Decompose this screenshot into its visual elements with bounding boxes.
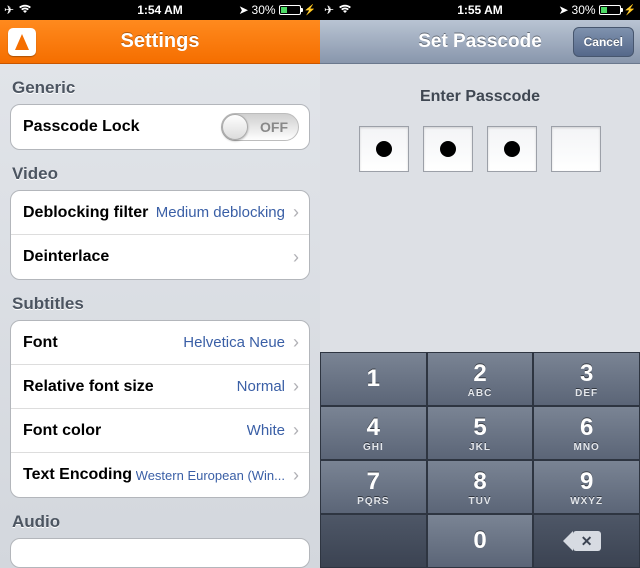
key-9[interactable]: 9WXYZ [533, 460, 640, 514]
key-1[interactable]: 1 [320, 352, 427, 406]
switch-off-label: OFF [260, 119, 288, 135]
nav-title: Settings [121, 30, 200, 53]
row-value: Normal [237, 378, 289, 395]
passcode-digit-2 [423, 126, 473, 172]
row-value: White [247, 422, 289, 439]
battery-pct: 30% [572, 3, 596, 17]
section-header-video: Video [0, 150, 320, 190]
chevron-right-icon: › [289, 332, 299, 353]
row-label: Deinterlace [23, 248, 109, 266]
section-header-generic: Generic [0, 64, 320, 104]
row-label: Deblocking filter [23, 204, 148, 222]
row-label: Relative font size [23, 378, 154, 396]
key-4[interactable]: 4GHI [320, 406, 427, 460]
chevron-right-icon: › [289, 202, 299, 223]
passcode-digit-3 [487, 126, 537, 172]
row-text-encoding[interactable]: Text Encoding Western European (Win... › [11, 453, 309, 497]
passcode-switch[interactable]: OFF [221, 113, 299, 141]
row-audio-partial[interactable] [11, 539, 309, 568]
row-value: Western European (Win... [136, 468, 289, 483]
group-subtitles: Font Helvetica Neue › Relative font size… [10, 320, 310, 498]
charging-icon: ⚡ [624, 5, 636, 16]
nav-bar: Set Passcode Cancel [320, 20, 640, 64]
passcode-body: Enter Passcode [320, 64, 640, 352]
numeric-keypad: 1 2ABC 3DEF 4GHI 5JKL 6MNO 7PQRS 8TUV 9W… [320, 352, 640, 568]
wifi-icon [18, 3, 32, 17]
row-label: Text Encoding [23, 466, 132, 484]
row-font-color[interactable]: Font color White › [11, 409, 309, 453]
row-relative-font-size[interactable]: Relative font size Normal › [11, 365, 309, 409]
nav-bar: Settings [0, 20, 320, 64]
key-8[interactable]: 8TUV [427, 460, 534, 514]
key-backspace[interactable]: ✕ [533, 514, 640, 568]
row-value: Helvetica Neue [183, 334, 289, 351]
status-bar: ✈ 1:54 AM ➤ 30% ⚡ [0, 0, 320, 20]
key-7[interactable]: 7PQRS [320, 460, 427, 514]
group-video: Deblocking filter Medium deblocking › De… [10, 190, 310, 280]
key-0[interactable]: 0 [427, 514, 534, 568]
status-bar: ✈ 1:55 AM ➤ 30% ⚡ [320, 0, 640, 20]
airplane-mode-icon: ✈ [4, 3, 14, 17]
airplane-mode-icon: ✈ [324, 3, 334, 17]
backspace-icon: ✕ [573, 531, 601, 551]
row-label: Font [23, 334, 58, 352]
switch-knob [222, 114, 248, 140]
nav-title: Set Passcode [418, 31, 542, 53]
chevron-right-icon: › [289, 376, 299, 397]
settings-body[interactable]: Generic Passcode Lock OFF Video Deblocki… [0, 64, 320, 568]
key-blank [320, 514, 427, 568]
chevron-right-icon: › [289, 420, 299, 441]
passcode-dots [320, 126, 640, 172]
chevron-right-icon: › [289, 247, 299, 268]
key-2[interactable]: 2ABC [427, 352, 534, 406]
status-time: 1:54 AM [137, 3, 183, 17]
location-icon: ➤ [558, 3, 568, 17]
status-time: 1:55 AM [457, 3, 503, 17]
key-5[interactable]: 5JKL [427, 406, 534, 460]
row-passcode-lock[interactable]: Passcode Lock OFF [11, 105, 309, 149]
passcode-prompt: Enter Passcode [320, 64, 640, 106]
battery-icon [279, 5, 301, 15]
row-label: Passcode Lock [23, 118, 140, 136]
chevron-right-icon: › [289, 465, 299, 486]
key-6[interactable]: 6MNO [533, 406, 640, 460]
section-header-audio: Audio [0, 498, 320, 538]
key-3[interactable]: 3DEF [533, 352, 640, 406]
passcode-digit-4 [551, 126, 601, 172]
row-deinterlace[interactable]: Deinterlace › [11, 235, 309, 279]
row-deblocking[interactable]: Deblocking filter Medium deblocking › [11, 191, 309, 235]
battery-icon [599, 5, 621, 15]
row-value: Medium deblocking [156, 204, 289, 221]
vlc-app-icon [8, 28, 36, 56]
location-icon: ➤ [238, 3, 248, 17]
row-font[interactable]: Font Helvetica Neue › [11, 321, 309, 365]
charging-icon: ⚡ [304, 5, 316, 16]
section-header-subtitles: Subtitles [0, 280, 320, 320]
group-audio [10, 538, 310, 568]
settings-screen: ✈ 1:54 AM ➤ 30% ⚡ Settings Generic Passc… [0, 0, 320, 568]
row-label: Font color [23, 422, 101, 440]
group-generic: Passcode Lock OFF [10, 104, 310, 150]
wifi-icon [338, 3, 352, 17]
passcode-digit-1 [359, 126, 409, 172]
battery-pct: 30% [252, 3, 276, 17]
passcode-screen: ✈ 1:55 AM ➤ 30% ⚡ Set Passcode Cancel En… [320, 0, 640, 568]
cancel-button[interactable]: Cancel [573, 27, 634, 57]
